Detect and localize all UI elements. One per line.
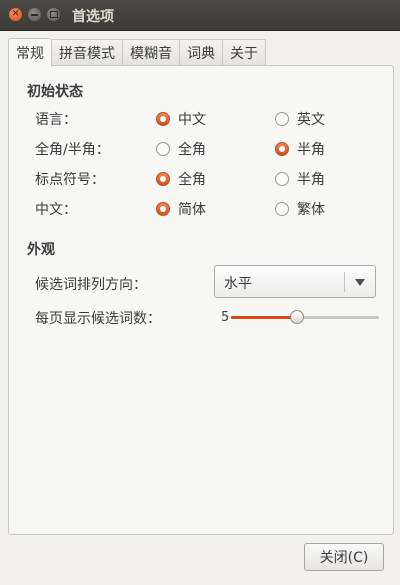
radio-indicator-icon [156, 142, 170, 156]
punctuation-label: 标点符号： [35, 172, 105, 188]
radio-label: 全角 [178, 142, 206, 158]
page-size-value: 5 [221, 310, 230, 325]
radio-indicator-icon [156, 172, 170, 186]
radio-indicator-icon [275, 172, 289, 186]
page-size-slider-handle[interactable] [290, 310, 304, 324]
dropdown-arrow-icon [355, 279, 365, 286]
radio-label: 半角 [297, 142, 325, 158]
language-label: 语言： [35, 112, 77, 128]
width-label: 全角/半角： [35, 142, 110, 158]
width-radio-b[interactable]: 半角 [275, 139, 325, 159]
radio-indicator-icon [275, 112, 289, 126]
chinese-script-radio-a[interactable]: 简体 [156, 199, 206, 219]
tab-bar: 常规 拼音模式 模糊音 词典 关于 [8, 38, 266, 67]
width-radio-a[interactable]: 全角 [156, 139, 206, 159]
radio-label: 简体 [178, 202, 206, 218]
radio-indicator-icon [156, 112, 170, 126]
close-button[interactable]: 关闭(C) [304, 543, 384, 571]
tab-dictionary[interactable]: 词典 [180, 39, 223, 66]
close-window-icon[interactable]: ✕ [9, 8, 22, 21]
radio-label: 英文 [297, 112, 325, 128]
radio-label: 半角 [297, 172, 325, 188]
radio-label: 全角 [178, 172, 206, 188]
maximize-window-icon[interactable] [47, 8, 60, 21]
language-radio-a[interactable]: 中文 [156, 109, 206, 129]
radio-label: 繁体 [297, 202, 325, 218]
minimize-window-icon[interactable] [28, 8, 41, 21]
combo-separator [344, 272, 345, 292]
punctuation-radio-a[interactable]: 全角 [156, 169, 206, 189]
tab-about[interactable]: 关于 [223, 39, 266, 66]
chinese-script-label: 中文： [35, 202, 77, 218]
general-panel: 初始状态 语言： 中文 英文 全角/半角： 全角 半角 标点符号： 全角 半角 … [8, 65, 394, 535]
page-size-slider-fill [231, 316, 297, 319]
page-size-slider-track[interactable] [231, 316, 379, 319]
punctuation-radio-b[interactable]: 半角 [275, 169, 325, 189]
radio-label: 中文 [178, 112, 206, 128]
initial-state-heading: 初始状态 [27, 84, 83, 100]
orientation-combobox[interactable]: 水平 [214, 265, 376, 298]
orientation-label: 候选词排列方向： [35, 277, 147, 293]
orientation-value: 水平 [224, 276, 252, 292]
title-bar: ✕ 首选项 [0, 0, 400, 31]
tab-general[interactable]: 常规 [8, 38, 52, 67]
window-title: 首选项 [72, 9, 114, 25]
radio-indicator-icon [275, 142, 289, 156]
radio-indicator-icon [156, 202, 170, 216]
page-size-label: 每页显示候选词数： [35, 311, 161, 327]
appearance-heading: 外观 [27, 242, 55, 258]
tab-pinyin-mode[interactable]: 拼音模式 [52, 39, 123, 66]
tab-fuzzy-pinyin[interactable]: 模糊音 [123, 39, 180, 66]
radio-indicator-icon [275, 202, 289, 216]
chinese-script-radio-b[interactable]: 繁体 [275, 199, 325, 219]
language-radio-b[interactable]: 英文 [275, 109, 325, 129]
